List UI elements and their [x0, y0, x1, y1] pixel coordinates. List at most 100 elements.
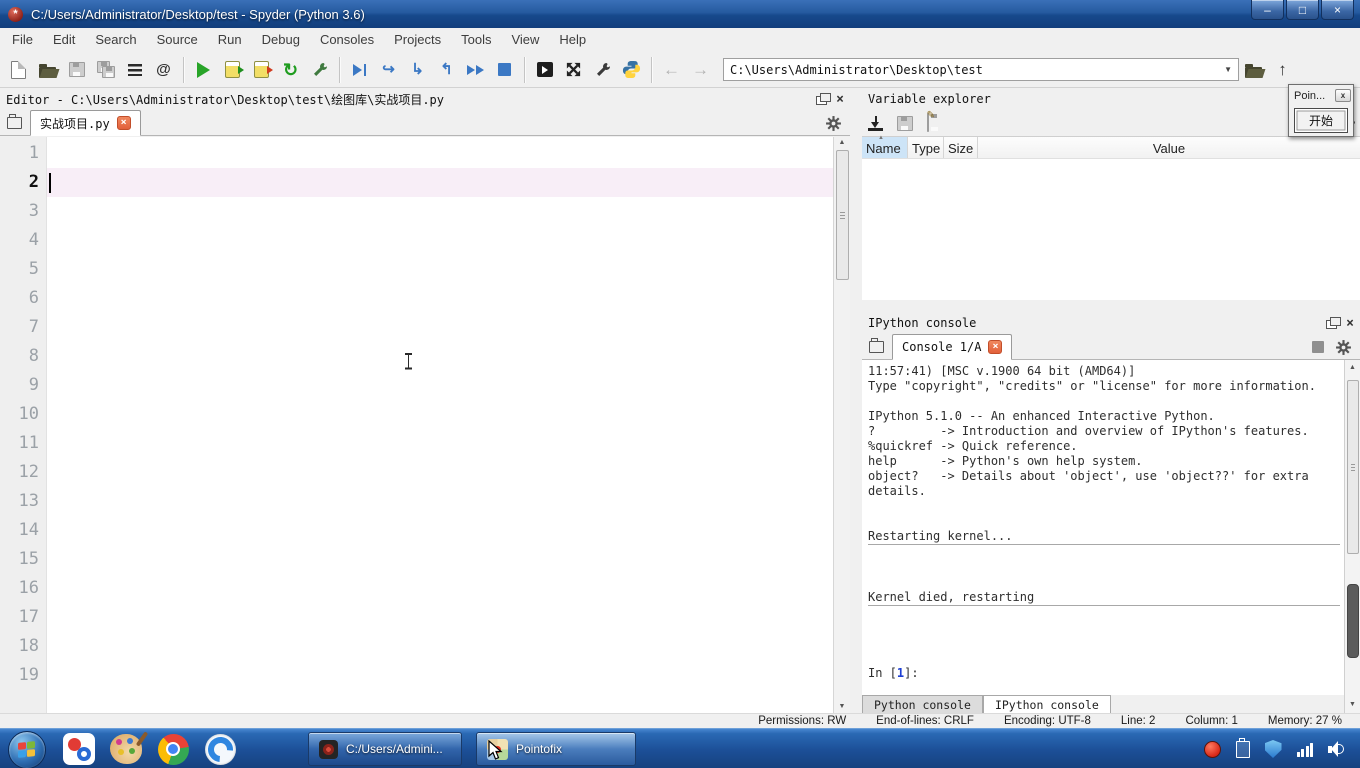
- browser-button[interactable]: [203, 732, 237, 766]
- start-button[interactable]: [8, 731, 46, 768]
- debug-continue-button[interactable]: [461, 55, 490, 84]
- volume-icon[interactable]: [1328, 741, 1346, 757]
- rerun-button[interactable]: ↻: [276, 55, 305, 84]
- browse-directory-button[interactable]: [1239, 55, 1268, 84]
- open-folder-icon: [39, 63, 56, 78]
- debug-step-into-button[interactable]: ↳: [403, 55, 432, 84]
- variable-explorer-header[interactable]: Variable explorer ×: [862, 88, 1360, 110]
- save-data-as-button[interactable]: ✎: [927, 110, 935, 132]
- menu-debug[interactable]: Debug: [252, 28, 310, 52]
- editor-tab-active[interactable]: 实战项目.py ×: [30, 110, 141, 136]
- interrupt-kernel-icon[interactable]: [1312, 341, 1324, 353]
- run-cell-advance-button[interactable]: [247, 55, 276, 84]
- undock-icon[interactable]: [816, 93, 832, 105]
- tab-close-icon[interactable]: ×: [116, 116, 131, 130]
- open-file-button[interactable]: [33, 55, 62, 84]
- taskbar-button-spyder[interactable]: C:/Users/Admini...: [308, 732, 462, 766]
- new-file-button[interactable]: [4, 55, 33, 84]
- paint-app-button[interactable]: [109, 732, 143, 766]
- scroll-up-icon[interactable]: ▲: [1345, 362, 1360, 374]
- pointofix-title-bar[interactable]: Poin... x: [1289, 85, 1353, 104]
- chevron-down-icon[interactable]: ▼: [1224, 65, 1232, 74]
- column-type[interactable]: Type: [908, 137, 944, 159]
- variable-table-body[interactable]: [862, 158, 1360, 300]
- column-value[interactable]: Value: [978, 137, 1360, 159]
- tab-python-console[interactable]: Python console: [862, 695, 983, 713]
- scroll-up-icon[interactable]: ▲: [834, 137, 850, 149]
- code-area[interactable]: [47, 137, 833, 713]
- run-cell-button[interactable]: [218, 55, 247, 84]
- editor-scroll-thumb[interactable]: [835, 150, 849, 280]
- debug-button[interactable]: [345, 55, 374, 84]
- clipboard-tray-icon[interactable]: [1235, 738, 1250, 758]
- menu-projects[interactable]: Projects: [384, 28, 451, 52]
- back-button[interactable]: ←: [657, 55, 686, 84]
- menu-view[interactable]: View: [501, 28, 549, 52]
- tab-ipython-console[interactable]: IPython console: [982, 695, 1111, 713]
- console-output[interactable]: 11:57:41) [MSC v.1900 64 bit (AMD64)] Typ…: [862, 360, 1344, 695]
- tab-close-icon[interactable]: ×: [988, 340, 1003, 354]
- working-directory-combobox[interactable]: C:\Users\Administrator\Desktop\test ▼: [723, 58, 1239, 81]
- file-switcher-button[interactable]: [120, 55, 149, 84]
- editor-scrollbar[interactable]: ▲ ▼: [833, 137, 850, 713]
- save-data-icon[interactable]: [897, 115, 913, 131]
- recording-tray-icon[interactable]: [1203, 740, 1221, 758]
- column-name[interactable]: ▲ Name: [862, 135, 908, 159]
- network-signal-icon[interactable]: [1296, 742, 1313, 757]
- import-data-icon[interactable]: [868, 115, 883, 131]
- parent-directory-button[interactable]: ↑: [1268, 55, 1297, 84]
- save-all-button[interactable]: [91, 55, 120, 84]
- editor-panel-header[interactable]: Editor - C:\Users\Administrator\Desktop\…: [0, 88, 850, 110]
- app-launcher-button[interactable]: [62, 732, 96, 766]
- open-ipython-console-button[interactable]: [530, 55, 559, 84]
- menu-consoles[interactable]: Consoles: [310, 28, 384, 52]
- maximize-button[interactable]: □: [1286, 0, 1319, 20]
- menu-run[interactable]: Run: [208, 28, 252, 52]
- menu-file[interactable]: File: [2, 28, 43, 52]
- security-shield-icon[interactable]: [1264, 740, 1282, 758]
- close-button[interactable]: ×: [1321, 0, 1354, 20]
- editor-body[interactable]: 1 2 3 4 5 6 7 8 9 10 11 12 13 14 15 16 17 18 19 ▲ ▼: [0, 137, 850, 713]
- pointofix-minimize-icon[interactable]: x: [1335, 89, 1351, 102]
- palette-icon: [110, 734, 142, 764]
- undock-icon[interactable]: [1326, 317, 1342, 329]
- browse-tabs-icon[interactable]: [869, 338, 884, 353]
- scroll-down-icon[interactable]: ▼: [1345, 699, 1360, 711]
- maximize-pane-button[interactable]: [559, 55, 588, 84]
- run-button[interactable]: [189, 55, 218, 84]
- column-size[interactable]: Size: [944, 137, 978, 159]
- menu-search[interactable]: Search: [85, 28, 146, 52]
- symbol-finder-button[interactable]: @: [149, 55, 178, 84]
- browse-tabs-icon[interactable]: [7, 114, 22, 129]
- menu-help[interactable]: Help: [549, 28, 596, 52]
- console-panel-header[interactable]: IPython console ×: [862, 312, 1360, 334]
- debug-step-button[interactable]: ↪: [374, 55, 403, 84]
- variable-table-header[interactable]: ▲ Name Type Size Value: [862, 135, 1360, 160]
- minimize-button[interactable]: –: [1251, 0, 1284, 20]
- console-scroll-thumb[interactable]: [1346, 380, 1359, 554]
- chrome-button[interactable]: [156, 732, 190, 766]
- python-button[interactable]: [617, 55, 646, 84]
- debug-stop-button[interactable]: [490, 55, 519, 84]
- console-scroll-thumb-secondary[interactable]: [1346, 584, 1359, 658]
- scroll-down-icon[interactable]: ▼: [834, 701, 850, 713]
- save-button[interactable]: [62, 55, 91, 84]
- console-scrollbar[interactable]: ▲ ▼: [1344, 360, 1360, 713]
- forward-button[interactable]: →: [686, 55, 715, 84]
- close-pane-icon[interactable]: ×: [836, 93, 844, 106]
- run-configure-button[interactable]: [305, 55, 334, 84]
- pointofix-window[interactable]: Poin... x 开始: [1288, 84, 1354, 137]
- step-out-icon: ↰: [440, 61, 453, 78]
- tools-button[interactable]: [588, 55, 617, 84]
- editor-options-gear-icon[interactable]: [825, 115, 842, 132]
- debug-step-out-button[interactable]: ↰: [432, 55, 461, 84]
- menu-source[interactable]: Source: [147, 28, 208, 52]
- menu-edit[interactable]: Edit: [43, 28, 85, 52]
- console-options-gear-icon[interactable]: [1335, 339, 1352, 356]
- console-tab-active[interactable]: Console 1/A ×: [892, 334, 1013, 360]
- menu-tools[interactable]: Tools: [451, 28, 501, 52]
- title-bar[interactable]: * C:/Users/Administrator/Desktop/test - …: [0, 0, 1360, 28]
- pointofix-start-button[interactable]: 开始: [1294, 108, 1348, 133]
- close-pane-icon[interactable]: ×: [1346, 317, 1354, 330]
